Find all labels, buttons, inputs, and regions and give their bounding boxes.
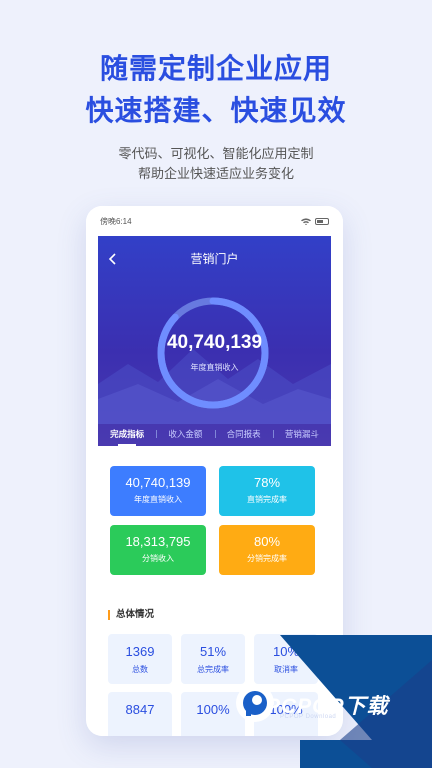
stat-value: 8847 <box>125 702 155 717</box>
kpi-label: 直销完成率 <box>247 495 287 504</box>
tab-completion[interactable]: 完成指标 <box>98 422 156 446</box>
stat-label: 取消率 <box>274 665 298 674</box>
status-bar: 傍晚6:14 <box>86 206 343 236</box>
ring-value: 40,740,139 <box>166 332 263 353</box>
kpi-direct-income[interactable]: 40,740,139 年度直销收入 <box>110 466 206 516</box>
kpi-cards: 40,740,139 年度直销收入 78% 直销完成率 18,313,795 分… <box>98 454 331 586</box>
phone-mockup: 傍晚6:14 营销门户 40,740,139 年度直销收入 完成指标 收入金额 <box>86 206 343 736</box>
watermark-sub: PCPOP Download <box>280 714 337 720</box>
ring-label: 年度直销收入 <box>190 363 239 372</box>
tab-income[interactable]: 收入金额 <box>156 422 214 446</box>
kpi-distribution-rate[interactable]: 80% 分销完成率 <box>219 525 315 575</box>
tab-funnel[interactable]: 营销漏斗 <box>272 422 331 446</box>
stat-label: 总完成率 <box>197 665 229 674</box>
kpi-value: 40,740,139 <box>125 475 191 490</box>
kpi-distribution-income[interactable]: 18,313,795 分销收入 <box>110 525 206 575</box>
stat-total[interactable]: 1369 总数 <box>108 634 172 684</box>
portal-banner: 营销门户 40,740,139 年度直销收入 完成指标 收入金额 合同报表 营销… <box>98 236 331 446</box>
page-title: 营销门户 <box>190 252 239 266</box>
stat-completion-rate[interactable]: 51% 总完成率 <box>181 634 245 684</box>
hero-section: 随需定制企业应用 快速搭建、快速见效 零代码、可视化、智能化应用定制 帮助企业快… <box>0 48 432 184</box>
kpi-value: 18,313,795 <box>125 534 191 549</box>
status-time: 傍晚6:14 <box>100 216 132 226</box>
kpi-label: 分销收入 <box>142 554 174 563</box>
hero-title-line1: 随需定制企业应用 <box>99 53 332 84</box>
stat-value: 100% <box>196 702 230 717</box>
kpi-value: 80% <box>253 534 281 549</box>
section-title: 总体情况 <box>108 610 154 620</box>
kpi-value: 78% <box>253 475 281 490</box>
kpi-label: 分销完成率 <box>247 554 287 563</box>
stat-value: 10% <box>272 644 300 659</box>
nav-bar: 营销门户 <box>98 250 331 270</box>
chevron-left-icon[interactable] <box>106 252 120 266</box>
stat-value: 51% <box>199 644 227 659</box>
stat-cancel-rate[interactable]: 10% 取消率 <box>254 634 318 684</box>
kpi-direct-rate[interactable]: 78% 直销完成率 <box>219 466 315 516</box>
battery-icon <box>315 217 329 225</box>
hero-subtitle-line1: 零代码、可视化、智能化应用定制 <box>118 146 314 161</box>
stat-label: 总数 <box>132 665 148 674</box>
wifi-icon <box>301 217 311 225</box>
kpi-label: 年度直销收入 <box>134 495 182 504</box>
tab-contracts[interactable]: 合同报表 <box>214 422 273 446</box>
stat-item[interactable]: 100% <box>181 692 245 736</box>
stat-item[interactable]: 8847 <box>108 692 172 736</box>
hero-subtitle-line2: 帮助企业快速适应业务变化 <box>137 166 294 181</box>
stat-value: 1369 <box>125 644 155 659</box>
tab-bar: 完成指标 收入金额 合同报表 营销漏斗 <box>98 422 331 446</box>
hero-title-line2: 快速搭建、快速见效 <box>85 95 347 126</box>
